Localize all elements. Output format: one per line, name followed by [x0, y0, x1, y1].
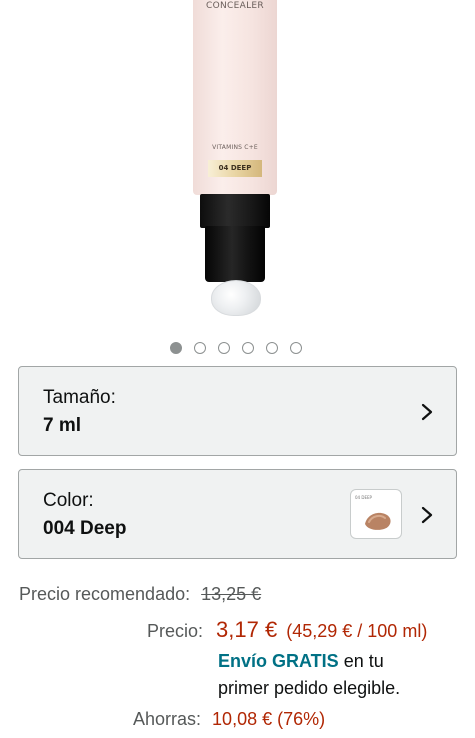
- recommended-price-row: Precio recomendado: 13,25 €: [19, 584, 261, 605]
- tube-brand-text: CONCEALER: [206, 1, 264, 11]
- price-label: Precio:: [147, 621, 204, 641]
- color-swatch[interactable]: 04 DEEP: [350, 489, 402, 539]
- size-selector[interactable]: Tamaño: 7 ml: [18, 366, 457, 456]
- recommended-price-label: Precio recomendado:: [19, 584, 191, 604]
- carousel-dot-4[interactable]: [242, 342, 254, 354]
- shipping-text-2: primer pedido elegible.: [218, 678, 401, 698]
- size-value: 7 ml: [43, 415, 82, 436]
- recommended-price-value: 13,25 €: [201, 584, 262, 604]
- concealer-tube: CONCEALER VITAMINS C+E 04 DEEP: [193, 0, 277, 195]
- carousel-dot-1[interactable]: [170, 342, 182, 354]
- tube-vitamins-text: VITAMINS C+E: [212, 144, 258, 151]
- carousel-dot-2[interactable]: [194, 342, 206, 354]
- price-value: 3,17 €: [216, 617, 278, 642]
- swatch-shade-text: 04 DEEP: [355, 495, 372, 500]
- unit-price: (45,29 € / 100 ml): [286, 621, 428, 641]
- chevron-right-icon: [421, 506, 433, 524]
- savings-label: Ahorras:: [133, 709, 202, 729]
- product-image[interactable]: CONCEALER VITAMINS C+E 04 DEEP: [0, 0, 475, 335]
- free-shipping-link[interactable]: Envío GRATIS: [218, 651, 339, 671]
- price-row: Precio: 3,17 € (45,29 € / 100 ml): [147, 617, 427, 643]
- chevron-right-icon: [421, 403, 433, 421]
- tube-cap: [205, 226, 265, 282]
- carousel-dot-5[interactable]: [266, 342, 278, 354]
- color-label: Color:: [43, 490, 94, 511]
- savings-row: Ahorras: 10,08 € (76%): [133, 709, 325, 730]
- shipping-text-1: en tu: [338, 651, 384, 671]
- shipping-line-1: Envío GRATIS en tu: [218, 651, 384, 672]
- shipping-line-2: primer pedido elegible.: [218, 678, 400, 699]
- size-label: Tamaño:: [43, 387, 116, 408]
- tube-neck: [200, 194, 270, 228]
- tube-shade-label: 04 DEEP: [208, 160, 262, 177]
- carousel-dot-6[interactable]: [290, 342, 302, 354]
- applicator-ball: [211, 280, 261, 316]
- image-carousel-dots: [170, 342, 302, 354]
- color-value: 004 Deep: [43, 518, 127, 539]
- color-selector[interactable]: Color: 004 Deep 04 DEEP: [18, 469, 457, 559]
- savings-value: 10,08 € (76%): [212, 709, 326, 729]
- color-swatch-image: 04 DEEP: [355, 495, 391, 530]
- carousel-dot-3[interactable]: [218, 342, 230, 354]
